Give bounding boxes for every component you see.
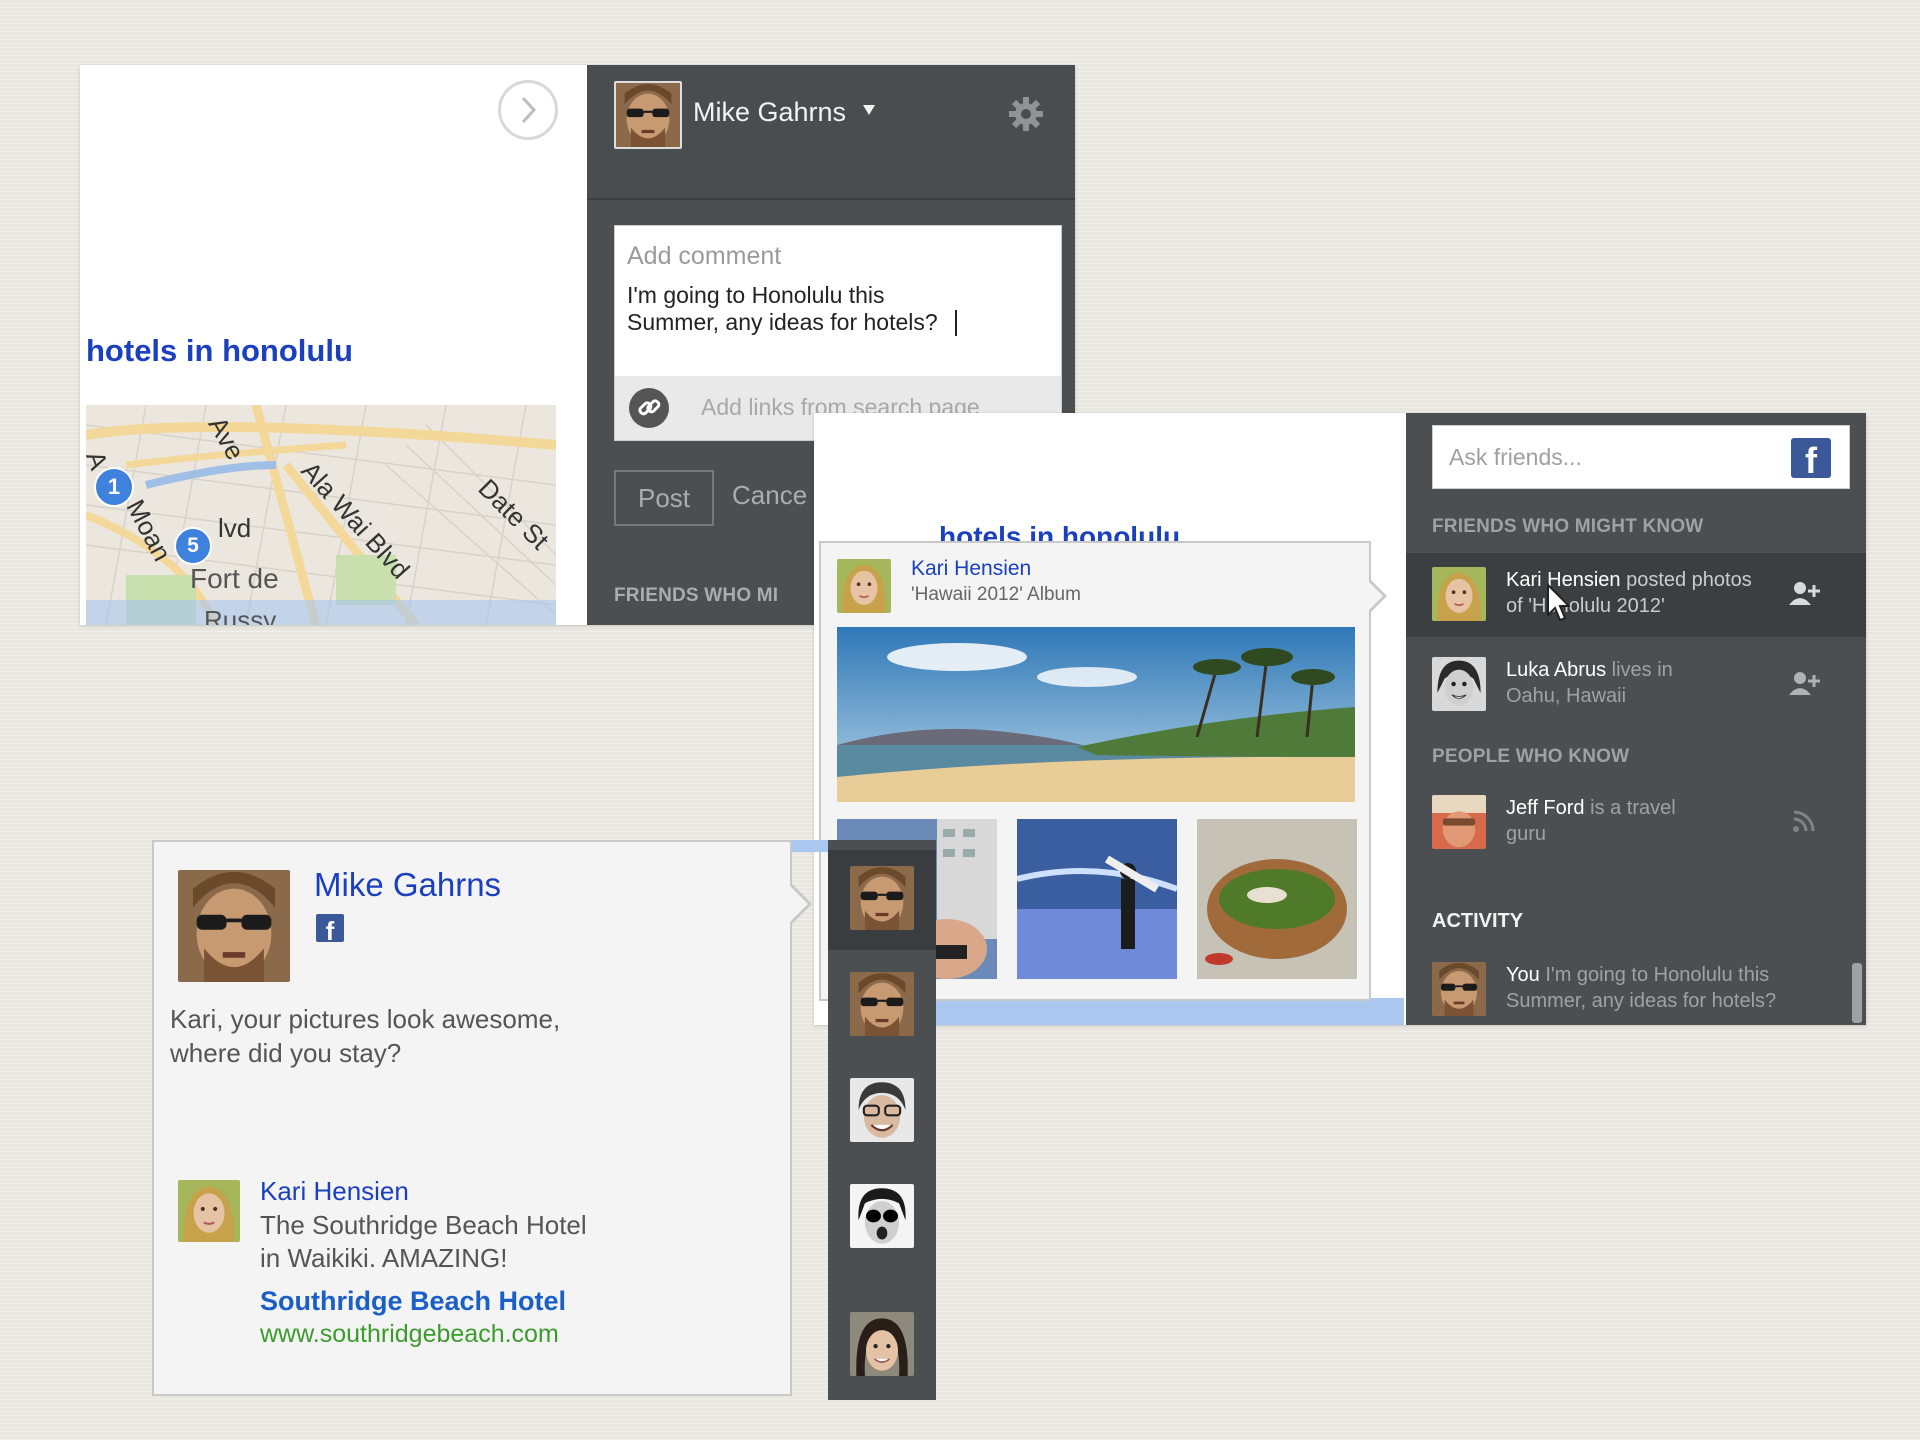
avatar (178, 1180, 240, 1242)
comment-text-line: I'm going to Honolulu this (627, 282, 885, 308)
avatar-strip (828, 840, 936, 1400)
friend-activity-line2: Oahu, Hawaii (1506, 685, 1627, 707)
person-activity: is a travel (1590, 797, 1676, 819)
map-strip (914, 998, 1404, 1025)
post-button[interactable]: Post (614, 470, 714, 526)
person-name[interactable]: Jeff Ford (1506, 797, 1585, 819)
avatar (614, 81, 682, 149)
map[interactable]: Ave Ala Wai Blvd Date St Fort de Russy l… (86, 405, 556, 625)
list-item[interactable]: Jeff Ford is a travel guru (1406, 781, 1866, 865)
beach-photo-graphic (837, 627, 1355, 802)
reply-line: in Waikiki. AMAZING! (260, 1243, 508, 1273)
list-item[interactable]: You I'm going to Honolulu this Summer, a… (1406, 948, 1866, 1025)
popup-name[interactable]: Kari Hensien (911, 557, 1031, 581)
activity-text-line2: Summer, any ideas for hotels? (1506, 990, 1777, 1012)
next-arrow-button[interactable] (498, 80, 558, 140)
comment-text-line: Summer, any ideas for hotels? (627, 309, 938, 335)
bottom-panel: Mike Gahrns f Kari, your pictures look a… (144, 840, 936, 1400)
list-item[interactable]: Luka Abrus lives in Oahu, Hawaii (1406, 643, 1866, 727)
user-name[interactable]: Mike Gahrns (693, 97, 846, 128)
popup-pointer (788, 884, 808, 924)
avatar (837, 559, 891, 613)
result-title-link[interactable]: Southridge Beach Hotel (260, 1286, 566, 1317)
friends-heading: FRIENDS WHO MIGHT KNOW (1432, 516, 1704, 537)
friends-heading: FRIENDS WHO MI (614, 585, 779, 606)
mouse-pointer-icon (1547, 583, 1570, 622)
comment-placeholder: Add comment (627, 242, 782, 270)
cancel-button[interactable]: Cance (732, 480, 807, 511)
popup-album[interactable]: 'Hawaii 2012' Album (911, 584, 1081, 606)
friend-activity-line2: of 'Honolulu 2012' (1506, 595, 1665, 617)
avatar (1432, 657, 1486, 711)
avatar[interactable] (850, 1312, 914, 1376)
activity-heading: ACTIVITY (1432, 910, 1524, 932)
poster-name[interactable]: Mike Gahrns (314, 866, 501, 904)
facebook-icon[interactable]: f (1791, 438, 1831, 481)
reply-name[interactable]: Kari Hensien (260, 1176, 409, 1207)
dropdown-arrow-icon[interactable] (863, 105, 875, 115)
friend-activity: posted photos (1626, 569, 1752, 591)
beach-photo[interactable] (837, 627, 1355, 802)
photo-thumb-food[interactable] (1197, 819, 1357, 979)
avatar (1432, 567, 1486, 621)
ask-friends-placeholder: Ask friends... (1449, 444, 1582, 470)
activity-text: I'm going to Honolulu this (1545, 964, 1770, 986)
facebook-icon[interactable]: f (316, 914, 344, 946)
avatar[interactable] (850, 1078, 914, 1142)
comment-popup: Mike Gahrns f Kari, your pictures look a… (152, 840, 792, 1396)
list-item-highlighted[interactable]: Kari Hensien posted photos of 'Honolulu … (1406, 553, 1866, 637)
ask-friends-sidebar: Ask friends... f FRIENDS WHO MIGHT KNOW … (1406, 413, 1866, 1025)
comment-line: where did you stay? (170, 1038, 402, 1068)
avatar (1432, 795, 1486, 849)
link-icon (629, 388, 669, 428)
add-friend-icon[interactable] (1788, 579, 1822, 609)
map-label: Fort de (190, 563, 279, 594)
avatar (1432, 962, 1486, 1016)
gear-icon[interactable] (1007, 95, 1045, 133)
friend-activity: lives in (1611, 659, 1673, 681)
comment-box[interactable]: Add comment I'm going to Honolulu this S… (614, 225, 1062, 441)
comment-line: Kari, your pictures look awesome, (170, 1004, 561, 1034)
activity-name[interactable]: You (1506, 964, 1540, 986)
chevron-right-icon (521, 96, 537, 124)
friend-name[interactable]: Luka Abrus (1506, 659, 1606, 681)
text-cursor (955, 310, 957, 336)
avatar[interactable] (850, 1184, 914, 1248)
person-activity-line2: guru (1506, 823, 1547, 845)
search-heading[interactable]: hotels in honolulu (86, 333, 353, 369)
avatar (178, 870, 290, 982)
avatar[interactable] (850, 866, 914, 930)
map-label: Russy (204, 605, 277, 625)
photo-thumb-surfer[interactable] (1017, 819, 1177, 979)
people-heading: PEOPLE WHO KNOW (1432, 746, 1630, 767)
reply-line: The Southridge Beach Hotel (260, 1210, 587, 1240)
avatar[interactable] (850, 972, 914, 1036)
rss-icon[interactable] (1792, 809, 1816, 833)
right-panel: hotels in honolulu Ask friends... f FRIE… (814, 413, 1866, 1025)
popup-pointer (1367, 580, 1383, 612)
add-friend-icon[interactable] (1788, 669, 1822, 699)
scrollbar[interactable] (1852, 963, 1862, 1023)
ask-friends-input[interactable]: Ask friends... f (1432, 425, 1850, 489)
map-label: lvd (218, 513, 252, 543)
result-url[interactable]: www.southridgebeach.com (260, 1320, 559, 1349)
map-pin[interactable]: 1 (94, 467, 134, 507)
map-pin[interactable]: 5 (174, 527, 212, 565)
